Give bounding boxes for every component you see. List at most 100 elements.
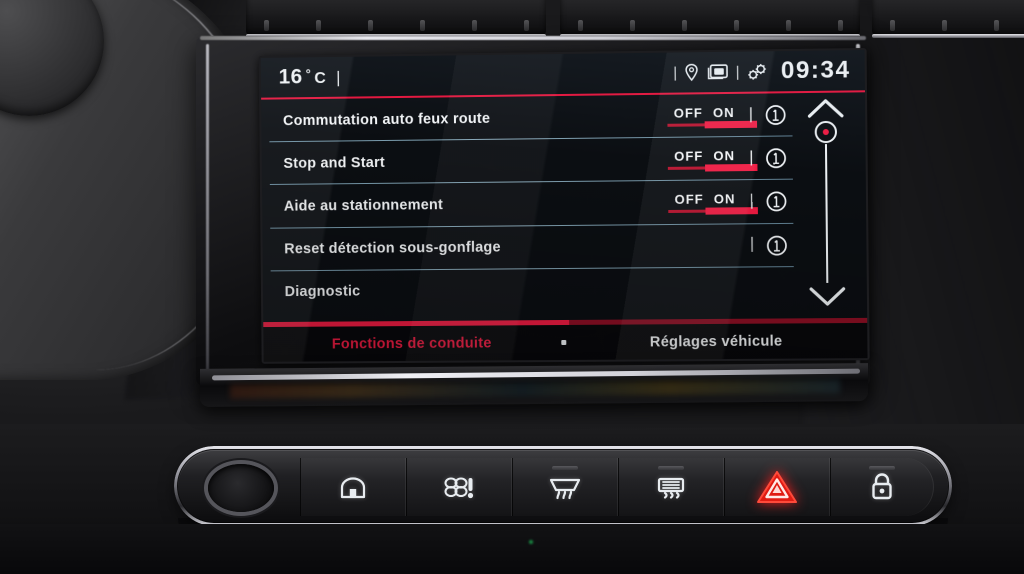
vent-slat — [420, 20, 425, 31]
list-item-label: Reset détection sous-gonflage — [284, 239, 501, 258]
location-pin-icon[interactable] — [684, 63, 699, 81]
vent-slat — [264, 20, 269, 31]
info-circle-icon[interactable] — [765, 104, 786, 125]
list-item-controls: OFF ON | — [668, 137, 787, 182]
scroll-thumb-dot — [822, 128, 829, 136]
air-vent-left — [246, 0, 546, 38]
list-item[interactable]: Stop and Start OFF ON | — [262, 136, 866, 186]
climate-button[interactable] — [406, 458, 512, 516]
toggle-off-label: OFF — [673, 104, 703, 121]
toggle-off-option[interactable]: OFF — [668, 148, 718, 170]
chevron-up-icon[interactable] — [805, 97, 846, 120]
list-item-controls: OFF ON | — [668, 180, 787, 224]
toggle-on-label: ON — [713, 147, 736, 164]
degree-symbol: ° — [305, 66, 312, 82]
temperature-value: 16 — [278, 65, 303, 89]
toggle-off-label: OFF — [674, 148, 704, 164]
temperature-unit: C — [314, 70, 327, 88]
onoff-toggle[interactable]: OFF ON — [667, 104, 757, 128]
tab-vehicle-settings[interactable]: Réglages véhicule — [566, 332, 868, 350]
info-circle-icon[interactable] — [765, 148, 786, 169]
vent-slat — [472, 20, 477, 31]
screen-chrome-top — [200, 36, 866, 40]
control-pipe: | — [749, 235, 755, 253]
scrollbar-track-area[interactable] — [805, 119, 847, 286]
toggle-on-label: ON — [713, 191, 736, 207]
lock-icon — [869, 472, 895, 502]
list-item-label: Diagnostic — [284, 283, 361, 301]
list-item-label: Aide au stationnement — [283, 197, 444, 215]
vent-slat — [368, 20, 373, 31]
onoff-toggle[interactable]: OFF ON — [668, 147, 758, 172]
vent-slat — [994, 20, 999, 31]
list-item-label: Stop and Start — [283, 154, 386, 172]
toggle-off-label: OFF — [674, 191, 704, 207]
hazard-button[interactable] — [724, 458, 830, 516]
list-item[interactable]: Reset détection sous-gonflage | — [262, 223, 866, 272]
touchscreen-display[interactable]: 16 ° C | | | 09:34 Commutation auto feux… — [258, 47, 870, 364]
fan-climate-icon — [442, 473, 476, 501]
screen-chrome-left — [206, 43, 209, 375]
car-infotainment-photo: 16 ° C | | | 09:34 Commutation auto feux… — [0, 0, 1024, 574]
scroll-thumb-icon[interactable] — [814, 120, 838, 144]
temperature-separator: | — [336, 67, 342, 87]
hazard-triangle-icon — [756, 469, 798, 505]
vent-slat — [682, 20, 687, 31]
list-item[interactable]: Commutation auto feux route OFF ON | — [261, 92, 865, 143]
vent-slat — [942, 20, 947, 31]
home-button[interactable] — [300, 458, 406, 516]
vent-slat — [630, 20, 635, 31]
status-led — [529, 540, 533, 544]
toggle-off-option[interactable]: OFF — [667, 104, 718, 127]
button-notch — [658, 466, 684, 470]
tab-list: Fonctions de conduite Réglages véhicule — [263, 323, 867, 362]
toggle-on-label: ON — [712, 104, 735, 120]
toggle-off-option[interactable]: OFF — [668, 191, 718, 214]
vent-chrome-right — [872, 34, 1024, 38]
vent-slat — [838, 20, 843, 31]
screen-content: 16 ° C | | | 09:34 Commutation auto feux… — [260, 50, 868, 362]
air-vent-right — [872, 0, 1024, 38]
vent-slat — [890, 20, 895, 31]
front-defrost-icon — [546, 473, 584, 501]
clock: 09:34 — [780, 56, 851, 85]
center-console-floor — [0, 524, 1024, 574]
scrollbar[interactable] — [798, 96, 855, 308]
toggle-on-option[interactable]: ON — [705, 191, 758, 215]
tab-bar: Fonctions de conduite Réglages véhicule — [263, 317, 868, 362]
list-item-controls: | — [750, 223, 788, 267]
settings-list: Commutation auto feux route OFF ON | Sto… — [261, 92, 867, 322]
status-pipe-left: | — [673, 64, 678, 82]
list-item-controls: OFF ON | — [667, 93, 787, 138]
control-pipe: | — [748, 105, 754, 123]
gears-icon[interactable] — [746, 63, 768, 80]
toggle-on-option[interactable]: ON — [705, 147, 758, 172]
control-pipe: | — [749, 192, 754, 210]
outside-temperature: 16 ° C | — [279, 65, 342, 90]
info-circle-icon[interactable] — [766, 191, 787, 212]
front-defrost-button[interactable] — [512, 458, 618, 516]
chevron-down-icon[interactable] — [807, 286, 848, 308]
list-item[interactable]: Diagnostic — [263, 266, 867, 314]
onoff-toggle[interactable]: OFF ON — [668, 191, 758, 215]
toggle-on-option[interactable]: ON — [704, 104, 757, 128]
status-icons: | | 09:34 — [673, 56, 851, 86]
volume-knob[interactable] — [208, 464, 274, 512]
door-lock-button[interactable] — [830, 458, 934, 516]
tab-driving-functions[interactable]: Fonctions de conduite — [263, 335, 560, 353]
list-item-label: Commutation auto feux route — [282, 110, 491, 129]
scrollbar-track[interactable] — [824, 144, 829, 283]
vent-slat — [786, 20, 791, 31]
vent-slat — [316, 20, 321, 31]
vent-slat — [578, 20, 583, 31]
info-circle-icon[interactable] — [766, 235, 787, 256]
vent-slat — [734, 20, 739, 31]
vent-slat — [524, 20, 529, 31]
list-item[interactable]: Aide au stationnement OFF ON | — [262, 179, 866, 229]
stacked-cards-icon[interactable] — [706, 63, 728, 80]
rear-defrost-button[interactable] — [618, 458, 724, 516]
button-notch — [869, 466, 895, 470]
status-pipe-right: | — [735, 63, 740, 81]
home-icon — [338, 473, 368, 501]
air-vent-center — [560, 0, 860, 38]
